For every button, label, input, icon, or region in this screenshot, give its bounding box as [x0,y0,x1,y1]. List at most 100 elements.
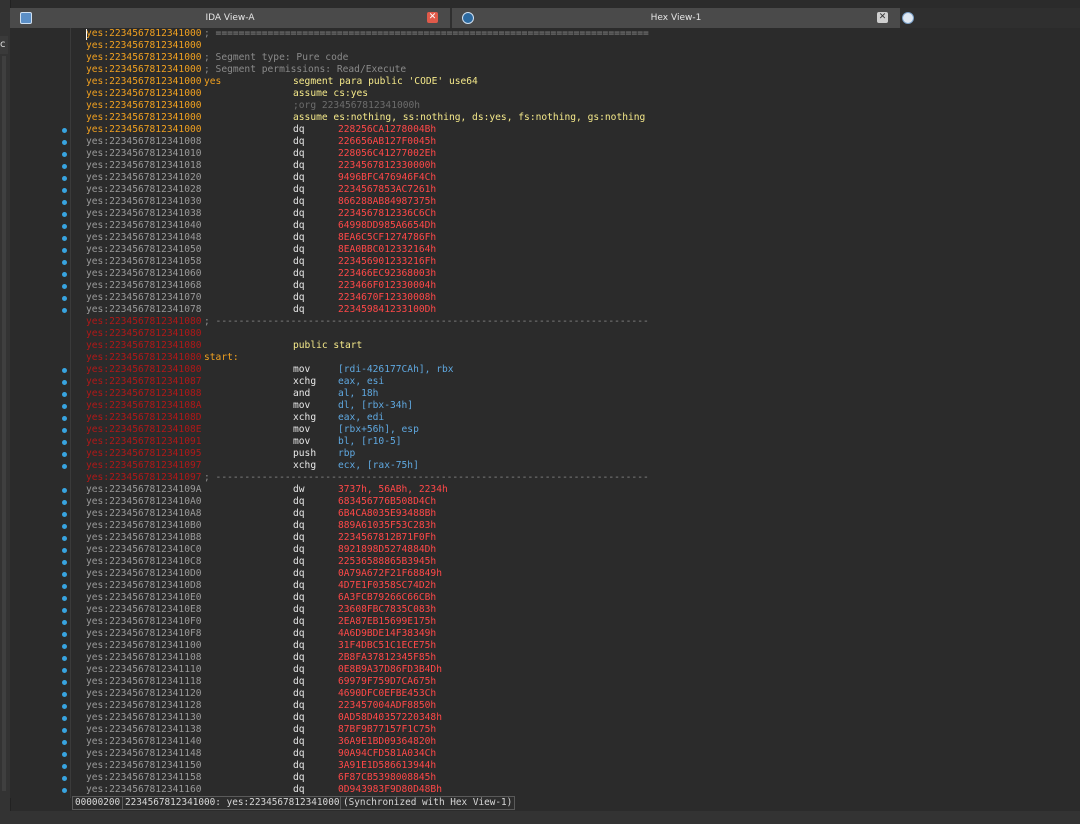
line-address[interactable]: yes:2234567812341058 [86,256,202,268]
line-address[interactable]: yes:2234567812341097 [86,472,202,484]
line-operand[interactable]: 4D7E1F0358SC74D2h [338,580,436,592]
line-mnemonic[interactable]: dq [293,784,305,796]
listing-line[interactable]: yes:2234567812341050 dq 8EA0BBC012332164h [86,244,1080,256]
line-operand[interactable]: 228056C41277002Eh [338,148,436,160]
line-operand[interactable]: 866288AB84987375h [338,196,436,208]
line-address[interactable]: yes:2234567812341080 [86,328,202,340]
close-tab-icon[interactable]: ✕ [427,12,438,23]
line-mnemonic[interactable]: dq [293,616,305,628]
line-operand[interactable]: 0AD58D40357220348h [338,712,442,724]
line-address[interactable]: yes:22345678123410D0 [86,568,202,580]
listing-line[interactable]: yes:223456781234108A mov dl, [rbx-34h] [86,400,1080,412]
line-address[interactable]: yes:22345678123410E8 [86,604,202,616]
line-mnemonic[interactable]: assume cs:yes [293,88,368,100]
line-operand[interactable]: 31F4DBC51C1ECE75h [338,640,436,652]
line-address[interactable]: yes:2234567812341130 [86,712,202,724]
line-operand[interactable]: 3A91E1D586613944h [338,760,436,772]
line-address[interactable]: yes:2234567812341040 [86,220,202,232]
line-mnemonic[interactable]: dq [293,532,305,544]
line-mnemonic[interactable]: dq [293,268,305,280]
line-operand[interactable]: 2234670F12330008h [338,292,436,304]
line-label[interactable]: yes [204,76,221,88]
line-operand[interactable]: 0A79A672F21F68849h [338,568,442,580]
line-mnemonic[interactable]: xchg [293,412,316,424]
listing-line[interactable]: yes:2234567812341150 dq 3A91E1D586613944h [86,760,1080,772]
listing-line[interactable]: yes:2234567812341138 dq 87BF9B77157F1C75h [86,724,1080,736]
line-mnemonic[interactable]: dq [293,244,305,256]
tab-ida-view-a[interactable]: IDA View-A ✕ [10,8,450,28]
line-operand[interactable]: 683456776B508D4Ch [338,496,436,508]
line-operand[interactable]: 8EA6C5CF1274786Fh [338,232,436,244]
listing-line[interactable]: yes:2234567812341140 dq 36A9E1BD09364820h [86,736,1080,748]
line-address[interactable]: yes:22345678123410C8 [86,556,202,568]
listing-line[interactable]: yes:2234567812341128 dq 223457004ADF8850h [86,700,1080,712]
line-operand[interactable]: 2234567812336C6Ch [338,208,436,220]
line-address[interactable]: yes:22345678123410D8 [86,580,202,592]
line-address[interactable]: yes:22345678123410B8 [86,532,202,544]
line-address[interactable]: yes:2234567812341110 [86,664,202,676]
line-mnemonic[interactable]: dq [293,760,305,772]
line-operand[interactable]: al, 18h [338,388,378,400]
line-operand[interactable]: 3737h, 56ABh, 2234h [338,484,448,496]
line-mnemonic[interactable]: dq [293,148,305,160]
listing-line[interactable]: yes:2234567812341095 push rbp [86,448,1080,460]
listing-line[interactable]: yes:2234567812341070 dq 2234670F12330008h [86,292,1080,304]
line-address[interactable]: yes:2234567812341000 [86,28,202,40]
listing-line[interactable]: yes:22345678123410F8 dq 4A6D9BDE14F38349h [86,628,1080,640]
listing-line[interactable]: yes:2234567812341160 dq 0D943983F9D80D48Bh [86,784,1080,796]
listing-line[interactable]: yes:2234567812341078 dq 223459841233100Dh [86,304,1080,316]
line-address[interactable]: yes:2234567812341128 [86,700,202,712]
line-address[interactable]: yes:2234567812341150 [86,760,202,772]
listing-line[interactable]: yes:2234567812341091 mov bl, [r10-5] [86,436,1080,448]
line-operand[interactable]: bl, [r10-5] [338,436,402,448]
listing-line[interactable]: yes:2234567812341000; Segment permission… [86,64,1080,76]
line-mnemonic[interactable]: mov [293,364,310,376]
line-operand[interactable]: ecx, [rax-75h] [338,460,419,472]
listing-line[interactable]: yes:2234567812341100 dq 31F4DBC51C1ECE75h [86,640,1080,652]
listing-line[interactable]: yes:22345678123410F0 dq 2EA87EB15699E175h [86,616,1080,628]
line-mnemonic[interactable]: dq [293,304,305,316]
line-operand[interactable]: 889A61035F53C283h [338,520,436,532]
line-mnemonic[interactable]: dq [293,220,305,232]
line-address[interactable]: yes:2234567812341068 [86,280,202,292]
line-operand[interactable]: 0E8B9A37D86FD3B4Dh [338,664,442,676]
left-panel-scrollbar[interactable] [2,56,6,791]
line-address[interactable]: yes:223456781234108D [86,412,202,424]
listing-line[interactable]: yes:2234567812341058 dq 223456901233216Fh [86,256,1080,268]
line-address[interactable]: yes:22345678123410A0 [86,496,202,508]
line-address[interactable]: yes:2234567812341000 [86,100,202,112]
listing-line[interactable]: yes:2234567812341018 dq 2234567812330000h [86,160,1080,172]
line-address[interactable]: yes:2234567812341140 [86,736,202,748]
listing-line[interactable]: yes:2234567812341088 and al, 18h [86,388,1080,400]
listing-line[interactable]: yes:2234567812341020 dq 9496BFC476946F4Ch [86,172,1080,184]
line-operand[interactable]: rbp [338,448,355,460]
listing-line[interactable]: yes:2234567812341068 dq 223466F012330004h [86,280,1080,292]
line-address[interactable]: yes:22345678123410E0 [86,592,202,604]
line-mnemonic[interactable]: dq [293,496,305,508]
line-mnemonic[interactable]: dq [293,292,305,304]
close-tab-icon[interactable]: ✕ [877,12,888,23]
line-operand[interactable]: 4690DFC0EFBE453Ch [338,688,436,700]
line-address[interactable]: yes:22345678123410F0 [86,616,202,628]
listing-line[interactable]: yes:22345678123410D0 dq 0A79A672F21F68849h [86,568,1080,580]
line-operand[interactable]: 90A94CFD581A034Ch [338,748,436,760]
line-mnemonic[interactable]: assume es:nothing, ss:nothing, ds:yes, f… [293,112,645,124]
line-address[interactable]: yes:223456781234108E [86,424,202,436]
line-address[interactable]: yes:2234567812341000 [86,112,202,124]
line-mnemonic[interactable]: ;org 2234567812341000h [293,100,420,112]
line-operand[interactable]: 64998DD985A6654Dh [338,220,436,232]
listing-line[interactable]: yes:2234567812341000 dq 228256CA1278004Bh [86,124,1080,136]
line-address[interactable]: yes:2234567812341078 [86,304,202,316]
line-address[interactable]: yes:2234567812341080 [86,316,202,328]
line-operand[interactable]: 2EA87EB15699E175h [338,616,436,628]
listing-line[interactable]: yes:2234567812341080 public start [86,340,1080,352]
line-mnemonic[interactable]: dq [293,520,305,532]
line-mnemonic[interactable]: dq [293,592,305,604]
line-operand[interactable]: 8EA0BBC012332164h [338,244,436,256]
line-address[interactable]: yes:2234567812341095 [86,448,202,460]
listing-line[interactable]: yes:2234567812341030 dq 866288AB84987375h [86,196,1080,208]
line-address[interactable]: yes:2234567812341010 [86,148,202,160]
listing-line[interactable]: yes:2234567812341080 mov [rdi-426177CAh], … [86,364,1080,376]
line-address[interactable]: yes:223456781234109A [86,484,202,496]
line-operand[interactable]: dl, [rbx-34h] [338,400,413,412]
